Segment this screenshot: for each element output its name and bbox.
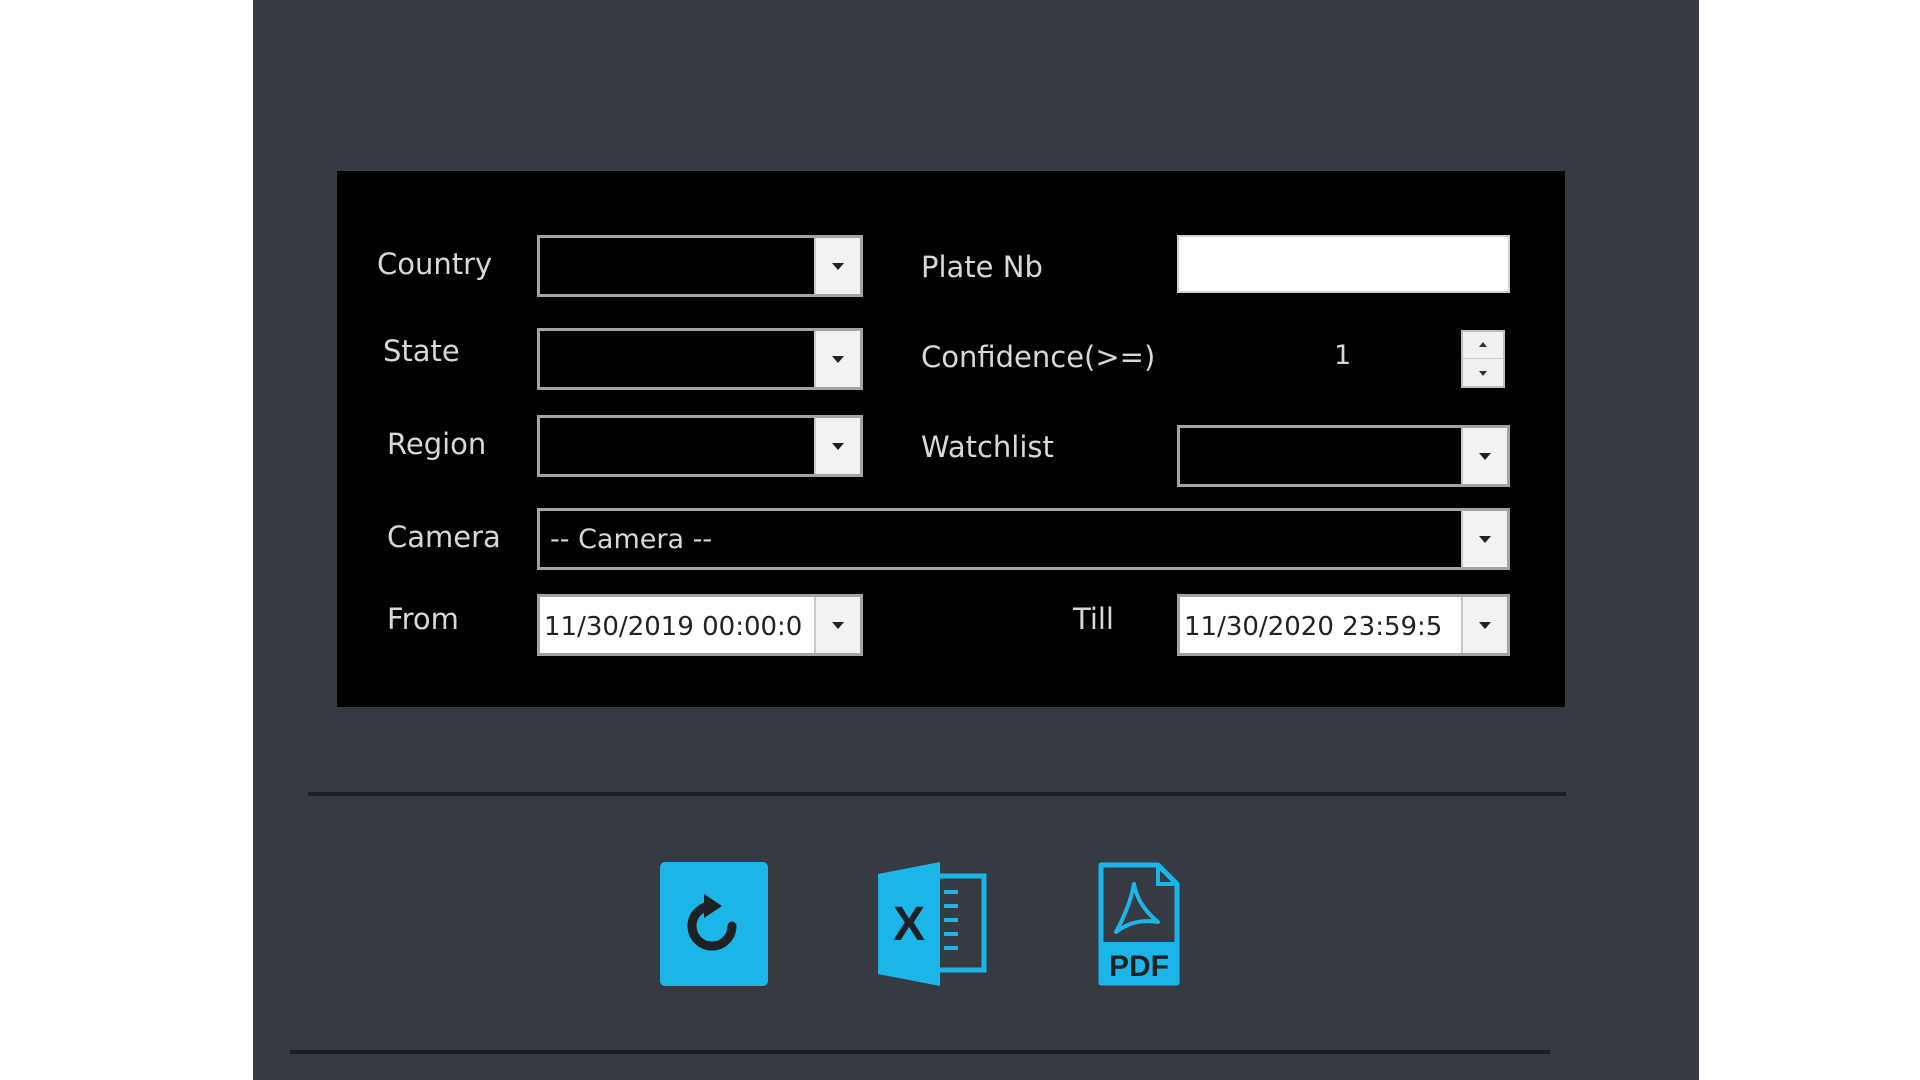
from-datetime-picker[interactable]: 11/30/2019 00:00:0 xyxy=(537,594,863,656)
camera-select[interactable]: -- Camera -- xyxy=(537,508,1510,570)
stepper-up-icon[interactable] xyxy=(1463,332,1503,359)
confidence-stepper[interactable] xyxy=(1461,330,1505,388)
confidence-value[interactable]: 1 xyxy=(1334,339,1351,373)
till-datetime-picker[interactable]: 11/30/2020 23:59:5 xyxy=(1177,594,1510,656)
watchlist-select[interactable] xyxy=(1177,425,1510,487)
report-panel: Country State Region Camera From Plate N… xyxy=(253,0,1699,1080)
till-datetime-value: 11/30/2020 23:59:5 xyxy=(1184,612,1443,642)
camera-select-value: -- Camera -- xyxy=(550,524,713,555)
filter-form: Country State Region Camera From Plate N… xyxy=(337,171,1565,707)
country-select[interactable] xyxy=(537,235,863,297)
pdf-export-icon: PDF xyxy=(1098,862,1180,986)
export-excel-button[interactable]: X xyxy=(878,862,988,986)
export-pdf-button[interactable]: PDF xyxy=(1098,862,1180,986)
plate-label: Plate Nb xyxy=(921,250,1043,284)
state-select[interactable] xyxy=(537,328,863,390)
divider-bottom xyxy=(290,1050,1550,1054)
pdf-icon-text: PDF xyxy=(1109,950,1169,983)
chevron-down-icon[interactable] xyxy=(1461,428,1507,484)
chevron-down-icon[interactable] xyxy=(814,238,860,294)
chevron-down-icon[interactable] xyxy=(1461,597,1507,653)
refresh-button[interactable] xyxy=(660,862,768,986)
excel-export-icon: X xyxy=(878,862,987,986)
camera-label: Camera xyxy=(387,520,501,554)
watchlist-label: Watchlist xyxy=(921,430,1054,464)
region-label: Region xyxy=(387,427,487,461)
till-label: Till xyxy=(1073,602,1114,636)
chevron-down-icon[interactable] xyxy=(1461,511,1507,567)
from-datetime-value: 11/30/2019 00:00:0 xyxy=(544,612,803,642)
stepper-down-icon[interactable] xyxy=(1463,359,1503,386)
excel-icon-letter: X xyxy=(893,898,925,951)
state-label: State xyxy=(383,334,460,368)
divider-top xyxy=(308,792,1566,796)
country-label: Country xyxy=(377,247,493,281)
from-label: From xyxy=(387,602,459,636)
confidence-label: Confidence(>=) xyxy=(921,340,1156,374)
refresh-icon xyxy=(660,862,768,986)
region-select[interactable] xyxy=(537,415,863,477)
plate-input[interactable] xyxy=(1177,235,1510,293)
chevron-down-icon[interactable] xyxy=(814,331,860,387)
chevron-down-icon[interactable] xyxy=(814,597,860,653)
chevron-down-icon[interactable] xyxy=(814,418,860,474)
